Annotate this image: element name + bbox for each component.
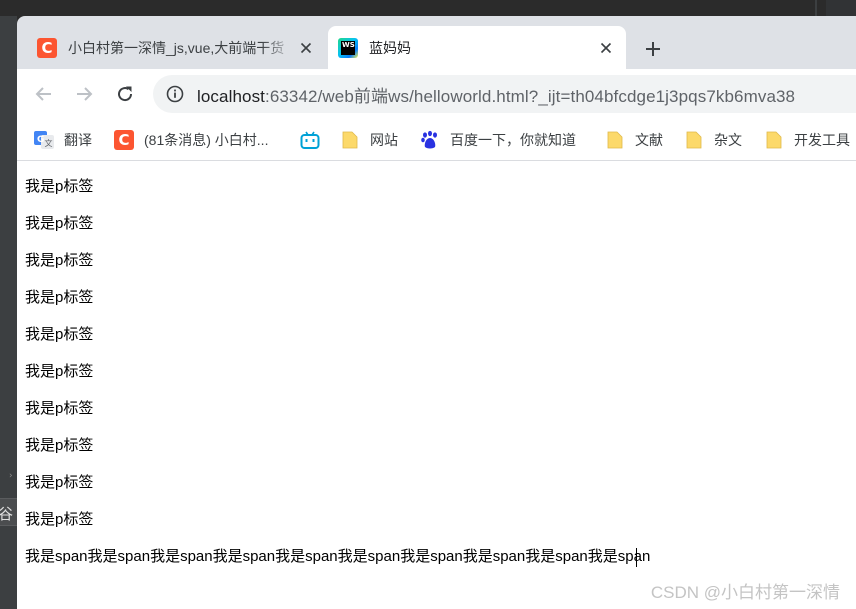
paragraph: 我是p标签: [25, 511, 94, 528]
back-button[interactable]: [30, 80, 58, 108]
ide-side-strip[interactable]: 谷: [0, 498, 17, 526]
svg-text:G: G: [37, 135, 44, 145]
url-host: localhost: [197, 86, 265, 106]
inline-span: 我是span: [587, 548, 651, 565]
bookmark-label: 网站: [370, 132, 398, 148]
bookmark-bilibili[interactable]: [300, 119, 320, 161]
folder-icon: [684, 130, 704, 150]
paragraph: 我是p标签: [25, 437, 94, 454]
bookmark-translate[interactable]: G文 翻译: [34, 119, 92, 161]
inline-span: 我是span: [400, 548, 463, 565]
paragraph: 我是p标签: [25, 178, 94, 195]
paragraph: 我是p标签: [25, 363, 94, 380]
plus-icon: [646, 42, 660, 56]
tab-strip: C 小白村第一深情_js,vue,大前端干货 WS 蓝妈妈: [17, 16, 856, 69]
webstorm-icon: WS: [338, 37, 358, 58]
bookmark-folder-websites[interactable]: 网站: [340, 119, 398, 161]
page-content: 我是p标签 我是p标签 我是p标签 我是p标签 我是p标签 我是p标签 我是p标…: [25, 177, 650, 567]
svg-text:文: 文: [45, 138, 53, 148]
folder-icon: [340, 130, 360, 150]
csdn-logo-icon: C: [37, 37, 57, 58]
csdn-logo-icon: C: [114, 130, 134, 150]
paragraph: 我是p标签: [25, 289, 94, 306]
inline-span: 我是span: [150, 548, 213, 565]
webstorm-icon-text: WS: [341, 40, 355, 55]
paragraph: 我是p标签: [25, 215, 94, 232]
bookmark-csdn-messages[interactable]: C (81条消息) 小白村...: [114, 119, 268, 161]
url-text: localhost:63342/web前端ws/helloworld.html?…: [197, 82, 795, 107]
span-line: 我是span我是span我是span我是span我是span我是span我是sp…: [25, 547, 650, 567]
bookmark-label: 开发工具: [794, 132, 850, 148]
tab-active-webstorm[interactable]: WS 蓝妈妈: [328, 26, 626, 69]
site-info-icon[interactable]: [165, 84, 185, 104]
ide-collapse-arrow-icon[interactable]: ›: [9, 471, 13, 481]
bilibili-icon: [300, 130, 320, 150]
inline-span: 我是span: [275, 548, 338, 565]
baidu-icon: [420, 130, 440, 150]
inline-span: 我是span: [525, 548, 588, 565]
inline-span: 我是span: [337, 548, 401, 565]
google-translate-icon: G文: [34, 130, 54, 150]
bookmark-baidu[interactable]: 百度一下，你就知道: [420, 119, 576, 161]
ide-corner-panel: [826, 0, 856, 16]
inline-span: 我是span: [212, 548, 276, 565]
page-viewport: 我是p标签 我是p标签 我是p标签 我是p标签 我是p标签 我是p标签 我是p标…: [17, 161, 856, 609]
tab-title: 小白村第一深情_js,vue,大前端干货: [68, 39, 285, 56]
bookmark-label: 翻译: [64, 132, 92, 148]
text-cursor: [636, 548, 637, 567]
url-path: :63342/web前端ws/helloworld.html?_ijt=th04…: [265, 86, 796, 106]
bookmark-folder-dev-tools[interactable]: 开发工具: [764, 119, 850, 161]
ide-separator: [815, 0, 817, 16]
address-bar[interactable]: localhost:63342/web前端ws/helloworld.html?…: [153, 75, 856, 113]
paragraph: 我是p标签: [25, 252, 94, 269]
tab-title: 蓝妈妈: [369, 39, 411, 56]
close-icon[interactable]: [596, 38, 616, 58]
paragraph: 我是p标签: [25, 326, 94, 343]
bookmark-label: 文献: [635, 132, 663, 148]
forward-button[interactable]: [70, 80, 98, 108]
ide-background-top: [0, 0, 856, 16]
new-tab-button[interactable]: [639, 35, 667, 63]
back-icon: [35, 87, 51, 101]
folder-icon: [605, 130, 625, 150]
bookmark-label: 百度一下，你就知道: [450, 132, 576, 148]
bookmark-folder-papers[interactable]: 文献: [605, 119, 663, 161]
forward-icon: [77, 87, 93, 101]
inline-span: 我是span: [87, 548, 151, 565]
browser-toolbar: localhost:63342/web前端ws/helloworld.html?…: [17, 69, 856, 119]
bookmark-folder-essays[interactable]: 杂文: [684, 119, 742, 161]
paragraph: 我是p标签: [25, 400, 94, 417]
browser-window: C 小白村第一深情_js,vue,大前端干货 WS 蓝妈妈 localhost:…: [17, 16, 856, 609]
csdn-watermark: CSDN @小白村第一深情: [650, 583, 840, 602]
reload-icon: [118, 86, 133, 102]
bookmarks-bar: G文 翻译 C (81条消息) 小白村... 网站 百度一下，你就知道 文献 杂…: [17, 119, 856, 161]
paragraph: 我是p标签: [25, 474, 94, 491]
inline-span: 我是span: [462, 548, 526, 565]
bookmark-label: (81条消息) 小白村...: [144, 132, 269, 148]
ide-side-strip-text: 谷: [0, 505, 14, 523]
bookmark-label: 杂文: [714, 132, 742, 148]
inline-span: 我是span: [25, 548, 88, 565]
reload-button[interactable]: [111, 80, 139, 108]
close-icon[interactable]: [296, 38, 316, 58]
ide-left-panel: › 谷: [0, 16, 17, 609]
tab-csdn[interactable]: C 小白村第一深情_js,vue,大前端干货: [27, 26, 326, 69]
folder-icon: [764, 130, 784, 150]
